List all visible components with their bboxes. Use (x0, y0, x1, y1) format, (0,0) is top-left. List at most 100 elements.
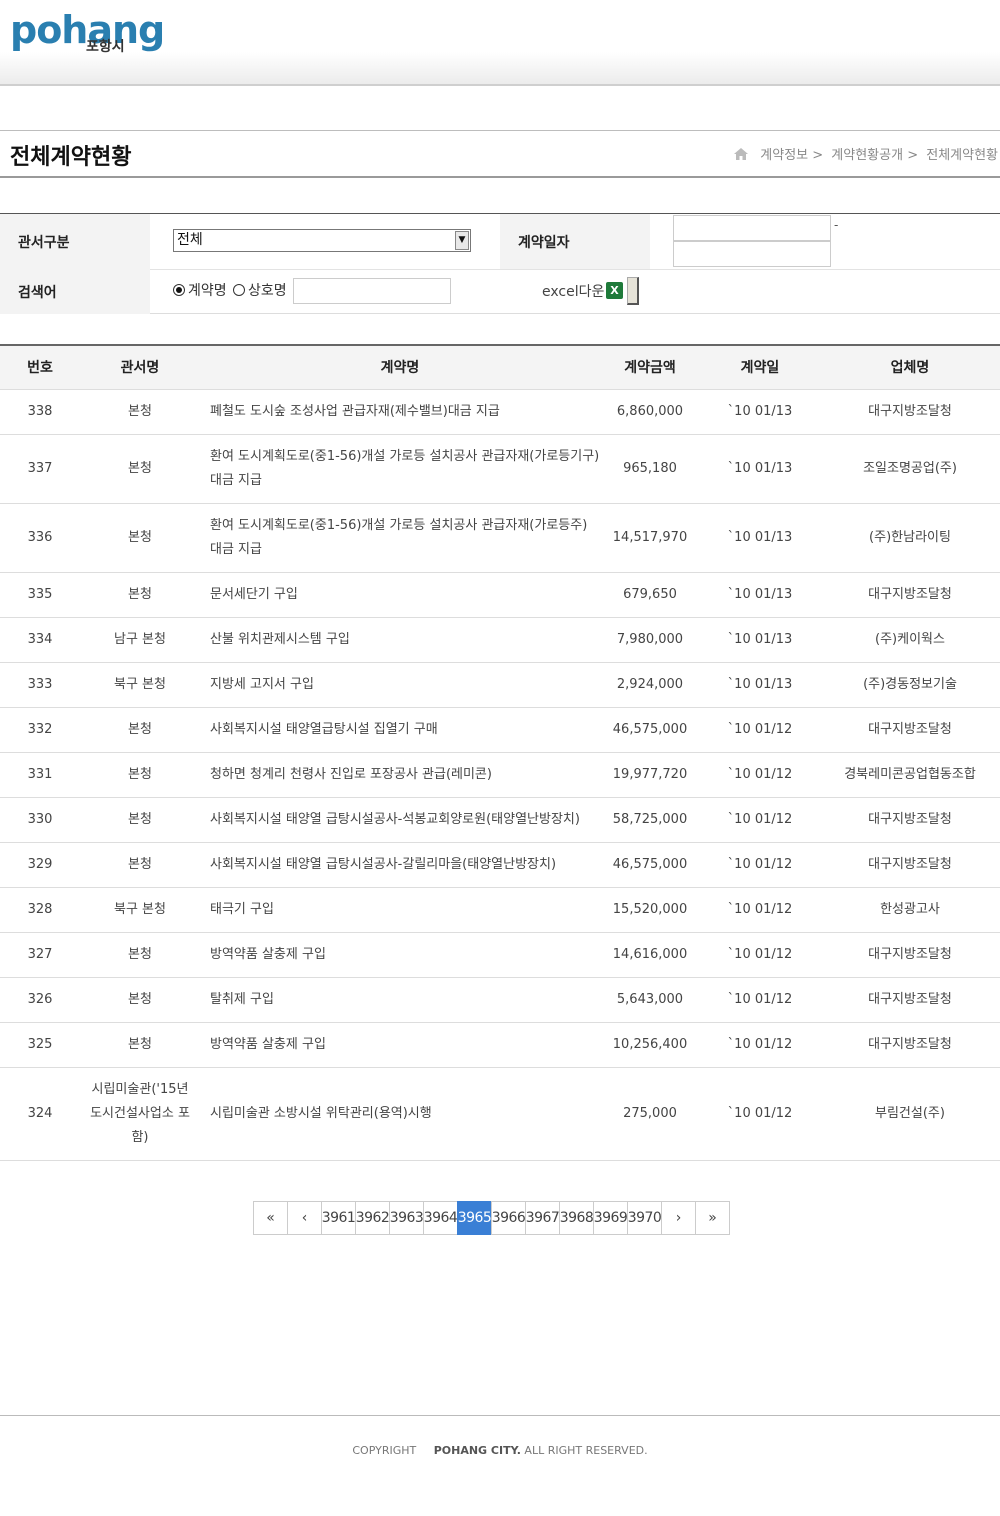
cell-amount: 6,860,000 (616, 404, 684, 419)
cell-name[interactable]: 산불 위치관제시스템 구입 (200, 618, 600, 662)
header-amount: 계약금액 (624, 360, 676, 376)
form-row-office-date: 관서구분 전체 ▼ 계약일자 - (0, 214, 1000, 270)
office-select[interactable]: 전체 ▼ (173, 229, 471, 252)
header-office: 관서명 (120, 360, 160, 376)
site-header: pohang 포항시 (0, 0, 1000, 86)
date-start-input[interactable] (673, 215, 831, 241)
cell-date: `10 01/12 (727, 902, 793, 917)
cell-amount: 965,180 (623, 461, 677, 476)
cell-office: 본청 (128, 767, 152, 782)
table-header: 번호 관서명 계약명 계약금액 계약일 업체명 (0, 344, 1000, 390)
chevron-down-icon[interactable]: ▼ (455, 231, 469, 250)
breadcrumb-item-contract-disclosure[interactable]: 계약현황공개 > (831, 148, 918, 163)
excel-icon[interactable]: X (606, 282, 623, 299)
cell-company: 대구지방조달청 (868, 857, 952, 872)
table-row[interactable]: 334 남구 본청 산불 위치관제시스템 구입 7,980,000 `10 01/13 (… (0, 618, 1000, 663)
cell-office: 본청 (128, 812, 152, 827)
radio-contract-name[interactable]: 계약명 (173, 280, 227, 300)
cell-name[interactable]: 지방세 고지서 구입 (200, 663, 600, 707)
cell-date: `10 01/12 (727, 767, 793, 782)
cell-date: `10 01/12 (727, 857, 793, 872)
cell-name[interactable]: 탈취제 구입 (200, 978, 600, 1022)
cell-office: 시립미술관('15년 도시건설사업소 포함) (90, 1082, 190, 1145)
cell-name[interactable]: 시립미술관 소방시설 위탁관리(용역)시행 (200, 1068, 600, 1160)
cell-company: 대구지방조달청 (868, 587, 952, 602)
page-button-3969[interactable]: 3969 (593, 1201, 628, 1235)
page-button-3966[interactable]: 3966 (491, 1201, 526, 1235)
cell-office: 남구 본청 (114, 632, 166, 647)
cell-amount: 19,977,720 (612, 767, 688, 782)
table-row[interactable]: 326 본청 탈취제 구입 5,643,000 `10 01/12 대구지방조달청 (0, 978, 1000, 1023)
date-end-input[interactable] (673, 241, 831, 267)
header-no: 번호 (27, 360, 53, 376)
table-row[interactable]: 336 본청 환여 도시계획도로(중1-56)개설 가로등 설치공사 관급자재(가로… (0, 504, 1000, 573)
cell-name[interactable]: 사회복지시설 태양열급탕시설 집열기 구매 (200, 708, 600, 752)
home-icon[interactable] (734, 148, 749, 160)
page-button-3962[interactable]: 3962 (355, 1201, 390, 1235)
cell-name[interactable]: 사회복지시설 태양열 급탕시설공사-갈릴리마을(태양열난방장치) (200, 843, 600, 887)
search-button[interactable] (627, 277, 639, 305)
table-row[interactable]: 329 본청 사회복지시설 태양열 급탕시설공사-갈릴리마을(태양열난방장치) 46,… (0, 843, 1000, 888)
breadcrumb-item-contract-info[interactable]: 계약정보 > (760, 148, 823, 163)
table-row[interactable]: 333 북구 본청 지방세 고지서 구입 2,924,000 `10 01/13 (주)경… (0, 663, 1000, 708)
page-button-3968[interactable]: 3968 (559, 1201, 594, 1235)
table-row[interactable]: 337 본청 환여 도시계획도로(중1-56)개설 가로등 설치공사 관급자재(가로… (0, 435, 1000, 504)
header-company: 업체명 (890, 360, 930, 376)
cell-name[interactable]: 환여 도시계획도로(중1-56)개설 가로등 설치공사 관급자재(가로등기구) … (200, 435, 600, 503)
last-page-button[interactable]: » (695, 1201, 730, 1235)
date-separator: - (834, 218, 839, 232)
table-row[interactable]: 338 본청 폐철도 도시숲 조성사업 관급자재(제수밸브)대금 지급 6,860,0… (0, 390, 1000, 435)
table-row[interactable]: 327 본청 방역약품 살충제 구입 14,616,000 `10 01/12 대구지방조… (0, 933, 1000, 978)
table-row[interactable]: 324 시립미술관('15년 도시건설사업소 포함) 시립미술관 소방시설 위탁관리… (0, 1068, 1000, 1161)
cell-company: 대구지방조달청 (868, 1037, 952, 1052)
header-date: 계약일 (740, 360, 780, 376)
cell-office: 본청 (128, 857, 152, 872)
table-row[interactable]: 325 본청 방역약품 살충제 구입 10,256,400 `10 01/12 대구지방조… (0, 1023, 1000, 1068)
cell-amount: 58,725,000 (612, 812, 688, 827)
prev-page-button[interactable]: ‹ (287, 1201, 322, 1235)
cell-name[interactable]: 문서세단기 구입 (200, 573, 600, 617)
excel-download-label[interactable]: excel다운 (542, 281, 604, 301)
table-row[interactable]: 330 본청 사회복지시설 태양열 급탕시설공사-석봉교회양로원(태양열난방장치) 5… (0, 798, 1000, 843)
cell-date: `10 01/13 (727, 587, 793, 602)
pohang-logo[interactable]: pohang 포항시 (8, 8, 165, 58)
cell-name[interactable]: 태극기 구입 (200, 888, 600, 932)
cell-amount: 2,924,000 (616, 677, 684, 692)
cell-company: 대구지방조달청 (868, 404, 952, 419)
page-button-3970[interactable]: 3970 (627, 1201, 662, 1235)
cell-name[interactable]: 청하면 청계리 천령사 진입로 포장공사 관급(레미콘) (200, 753, 600, 797)
cell-no: 335 (27, 587, 53, 602)
radio-unchecked-icon[interactable] (233, 284, 245, 296)
next-page-button[interactable]: › (661, 1201, 696, 1235)
page-button-3961[interactable]: 3961 (321, 1201, 356, 1235)
cell-no: 336 (27, 530, 53, 545)
radio-checked-icon[interactable] (173, 284, 185, 296)
page-button-3963[interactable]: 3963 (389, 1201, 424, 1235)
copyright-rights: ALL RIGHT RESERVED. (524, 1444, 648, 1457)
first-page-button[interactable]: « (253, 1201, 288, 1235)
page-button-3964[interactable]: 3964 (423, 1201, 458, 1235)
cell-name[interactable]: 방역약품 살충제 구입 (200, 933, 600, 977)
page-button-3967[interactable]: 3967 (525, 1201, 560, 1235)
table-row[interactable]: 328 북구 본청 태극기 구입 15,520,000 `10 01/12 한성광고사 (0, 888, 1000, 933)
cell-office: 본청 (128, 530, 152, 545)
keyword-input[interactable] (293, 278, 451, 304)
cell-amount: 46,575,000 (612, 857, 688, 872)
cell-company: 경북레미콘공업협동조합 (844, 767, 976, 782)
table-row[interactable]: 335 본청 문서세단기 구입 679,650 `10 01/13 대구지방조달청 (0, 573, 1000, 618)
page-numbers: 3961 3962 3963 3964 3965 3966 3967 3968 3969 3970 (321, 1201, 662, 1235)
office-label: 관서구분 (0, 214, 150, 269)
breadcrumb-item-all-contracts[interactable]: 전체계약현황 (926, 148, 998, 163)
page-title: 전체계약현황 (10, 145, 132, 170)
table-row[interactable]: 332 본청 사회복지시설 태양열급탕시설 집열기 구매 46,575,000 `10 … (0, 708, 1000, 753)
cell-name[interactable]: 사회복지시설 태양열 급탕시설공사-석봉교회양로원(태양열난방장치) (200, 798, 600, 842)
cell-no: 334 (27, 632, 53, 647)
cell-name[interactable]: 방역약품 살충제 구입 (200, 1023, 600, 1067)
page-button-3965[interactable]: 3965 (457, 1201, 492, 1235)
cell-name[interactable]: 환여 도시계획도로(중1-56)개설 가로등 설치공사 관급자재(가로등주) 대… (200, 504, 600, 572)
cell-name[interactable]: 폐철도 도시숲 조성사업 관급자재(제수밸브)대금 지급 (200, 390, 600, 434)
table-row[interactable]: 331 본청 청하면 청계리 천령사 진입로 포장공사 관급(레미콘) 19,977,… (0, 753, 1000, 798)
keyword-label: 검색어 (0, 269, 150, 314)
cell-office: 본청 (128, 587, 152, 602)
radio-company-name[interactable]: 상호명 (233, 280, 287, 300)
